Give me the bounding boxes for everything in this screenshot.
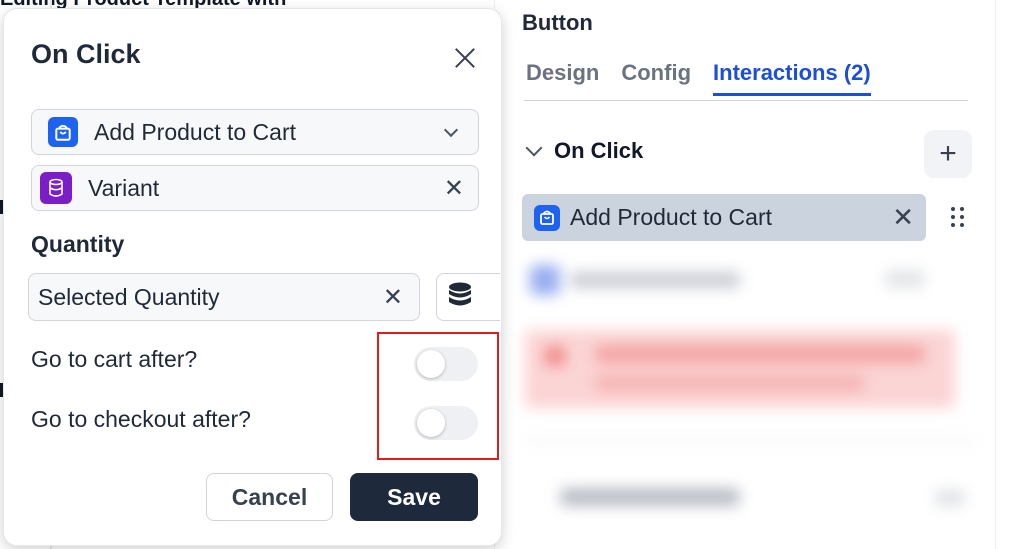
cancel-button[interactable]: Cancel (206, 473, 333, 521)
variant-field[interactable]: Variant ✕ (31, 165, 479, 211)
database-icon (40, 172, 72, 204)
drag-handle-icon[interactable] (951, 207, 965, 229)
shopping-bag-icon (534, 204, 560, 231)
save-button[interactable]: Save (350, 473, 478, 521)
tab-config[interactable]: Config (621, 60, 691, 96)
shopping-bag-icon (48, 117, 78, 147)
action-select[interactable]: Add Product to Cart (31, 109, 479, 155)
go-to-cart-label: Go to cart after? (31, 346, 198, 372)
chevron-down-icon[interactable] (525, 139, 543, 157)
tab-interactions[interactable]: Interactions (2) (713, 60, 871, 96)
go-to-checkout-label: Go to checkout after? (31, 406, 251, 432)
quantity-field[interactable]: Selected Quantity ✕ (28, 273, 420, 321)
clear-variant-icon[interactable]: ✕ (444, 174, 464, 203)
tabs-divider (524, 100, 968, 101)
quantity-label: Quantity (31, 231, 125, 257)
data-source-button[interactable] (436, 273, 500, 321)
tab-design[interactable]: Design (526, 60, 599, 96)
remove-interaction-icon[interactable]: ✕ (892, 202, 914, 233)
on-click-section-header[interactable]: On Click (525, 138, 644, 164)
plus-icon: + (939, 137, 957, 170)
chevron-down-icon (443, 122, 459, 138)
panel-tabs: Design Config Interactions (2) (526, 60, 871, 96)
panel-title: Button (522, 10, 593, 35)
add-interaction-button[interactable]: + (924, 130, 972, 178)
section-label: On Click (554, 138, 644, 163)
on-click-modal: On Click Add Product to Cart Variant ✕ Q… (3, 8, 502, 546)
interaction-chip[interactable]: Add Product to Cart ✕ (522, 194, 926, 241)
database-icon (447, 281, 473, 314)
interaction-label: Add Product to Cart (570, 204, 772, 230)
close-icon[interactable] (452, 45, 478, 71)
modal-title: On Click (31, 39, 141, 69)
blurred-content (505, 250, 995, 549)
panel-divider (995, 0, 996, 549)
action-select-value: Add Product to Cart (94, 118, 296, 145)
variant-field-value: Variant (88, 174, 160, 201)
highlight-annotation (377, 332, 499, 460)
clear-quantity-icon[interactable]: ✕ (383, 283, 403, 312)
quantity-field-value: Selected Quantity (38, 283, 220, 310)
